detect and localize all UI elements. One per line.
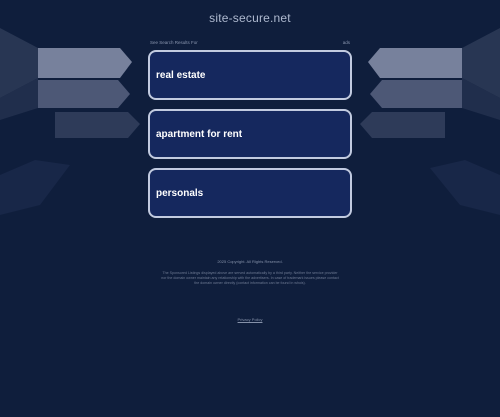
privacy-policy-link[interactable]: Privacy Policy: [0, 317, 500, 322]
related-link-label: personals: [156, 187, 204, 199]
copyright-text: 2025 Copyright. All Rights Reserved.: [217, 259, 283, 264]
related-link-real-estate[interactable]: real estate: [148, 50, 352, 100]
related-searches-heading: See Search Results For: [150, 40, 198, 45]
related-link-apartment-for-rent[interactable]: apartment for rent: [148, 109, 352, 159]
related-searches-header: See Search Results For ads: [148, 40, 352, 50]
related-link-label: apartment for rent: [156, 128, 243, 140]
disclaimer-text: The Sponsored Listings displayed above a…: [161, 271, 339, 286]
domain-title: site-secure.net: [209, 11, 291, 25]
related-link-label: real estate: [156, 69, 206, 81]
related-link-personals[interactable]: personals: [148, 168, 352, 218]
ads-label: ads: [342, 40, 350, 45]
